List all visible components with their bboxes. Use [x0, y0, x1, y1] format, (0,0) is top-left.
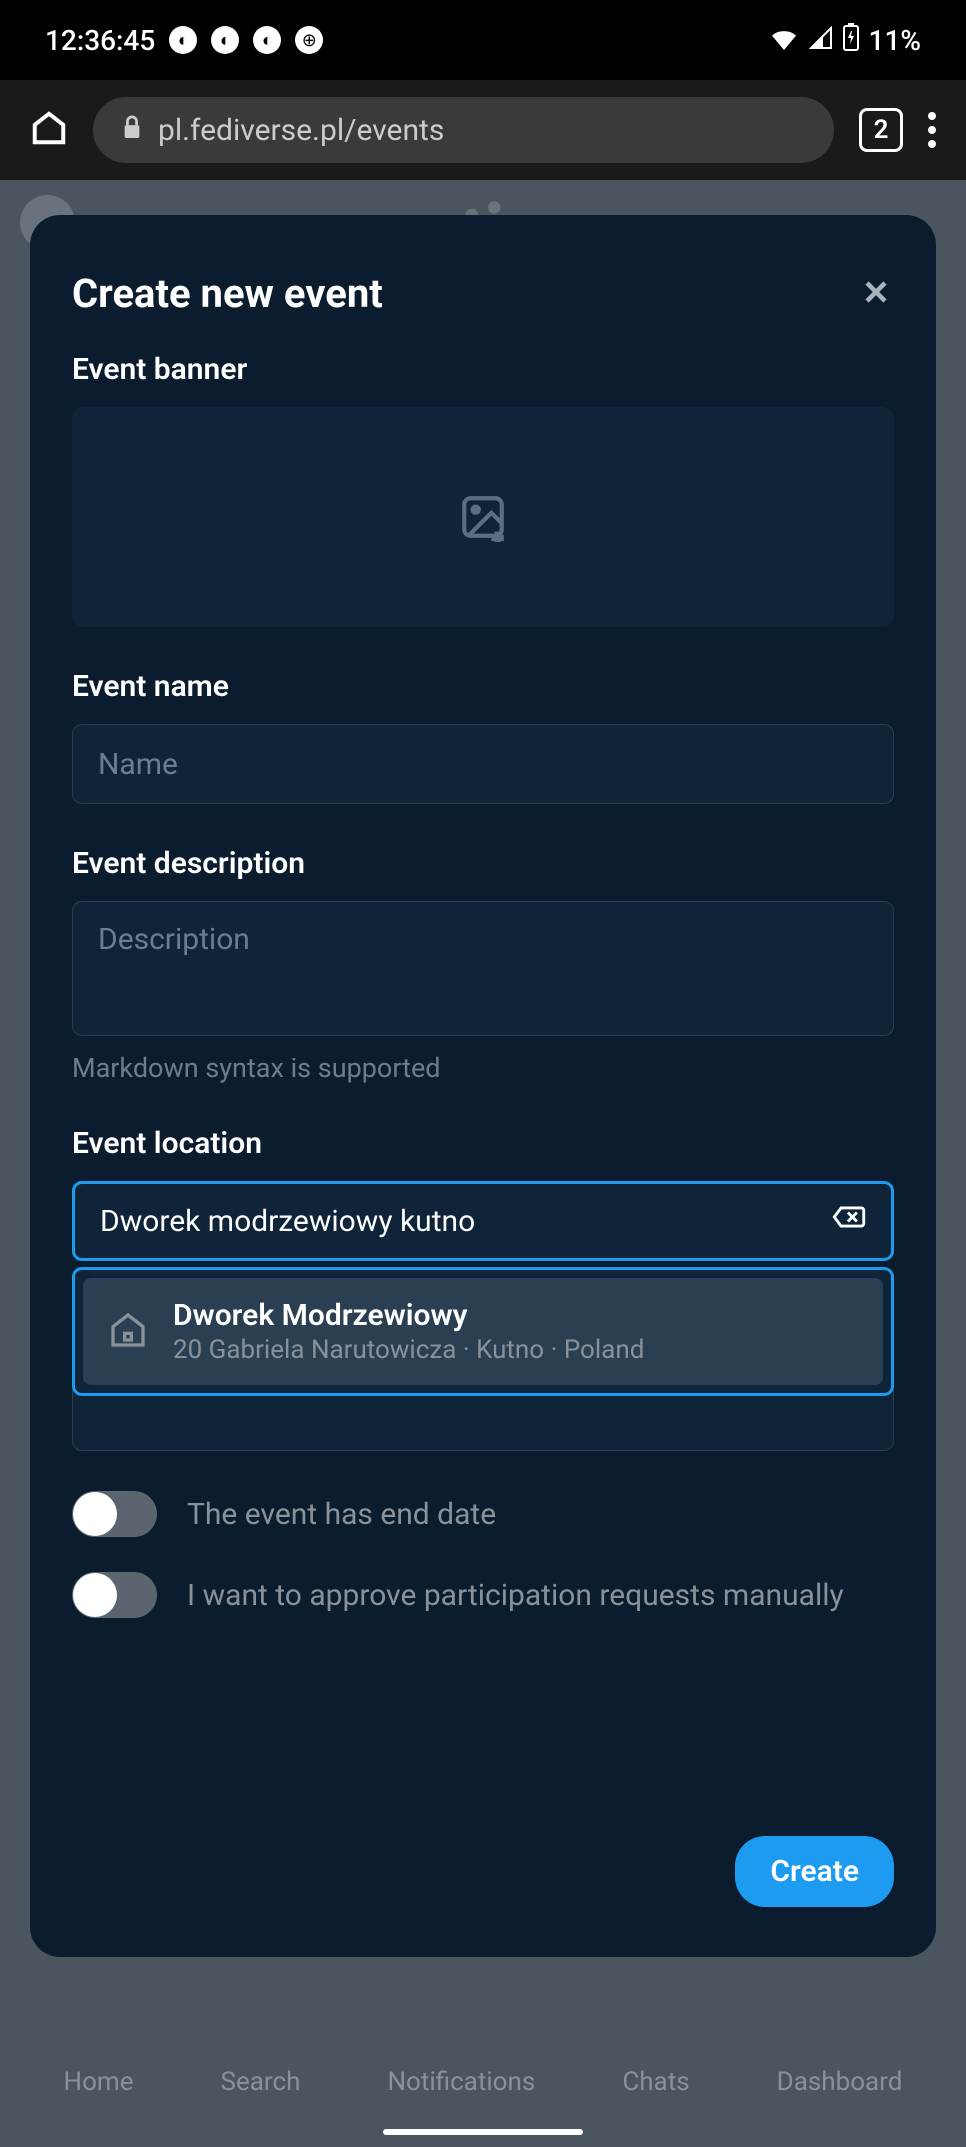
banner-label: Event banner — [72, 352, 894, 387]
create-event-modal: Create new event Event banner Event name… — [30, 215, 936, 1957]
battery-percent: 11% — [869, 24, 921, 57]
status-time: 12:36:45 — [45, 24, 155, 57]
approval-label: I want to approve participation requests… — [187, 1578, 844, 1613]
location-label: Event location — [72, 1126, 894, 1161]
description-input[interactable] — [72, 901, 894, 1036]
banner-upload[interactable] — [72, 407, 894, 627]
wifi-icon — [769, 24, 799, 57]
tab-count[interactable]: 2 — [859, 108, 903, 152]
home-indicator[interactable] — [383, 2129, 583, 2135]
suggestion-title: Dworek Modrzewiowy — [173, 1298, 858, 1333]
end-date-toggle[interactable] — [72, 1491, 157, 1537]
modal-title: Create new event — [72, 270, 383, 317]
url-text: pl.fediverse.pl/events — [158, 113, 444, 148]
end-date-label: The event has end date — [187, 1497, 496, 1532]
name-input[interactable] — [72, 724, 894, 804]
home-icon[interactable] — [30, 109, 68, 151]
clear-icon[interactable] — [832, 1203, 866, 1239]
create-button[interactable]: Create — [735, 1836, 894, 1907]
bottom-nav: Home Search Notifications Chats Dashboar… — [0, 2067, 966, 2097]
location-dropdown: Dworek Modrzewiowy 20 Gabriela Narutowic… — [72, 1267, 894, 1396]
name-label: Event name — [72, 669, 894, 704]
nav-dashboard[interactable]: Dashboard — [777, 2067, 903, 2097]
image-add-icon — [458, 492, 508, 542]
lock-icon — [121, 113, 143, 148]
nav-home[interactable]: Home — [64, 2067, 134, 2097]
status-bar: 12:36:45 ◐ ◐ ◐ ⊕ 11% — [0, 0, 966, 80]
chrome-icon: ◐ — [169, 26, 197, 54]
approval-toggle[interactable] — [72, 1572, 157, 1618]
location-suggestion[interactable]: Dworek Modrzewiowy 20 Gabriela Narutowic… — [83, 1278, 883, 1385]
url-bar[interactable]: pl.fediverse.pl/events — [93, 97, 834, 163]
house-icon — [108, 1310, 148, 1354]
location-input[interactable]: Dworek modrzewiowy kutno — [72, 1181, 894, 1261]
description-label: Event description — [72, 846, 894, 881]
description-helper: Markdown syntax is supported — [72, 1052, 894, 1084]
chrome-icon: ◐ — [211, 26, 239, 54]
app-icon: ⊕ — [295, 26, 323, 54]
chrome-icon: ◐ — [253, 26, 281, 54]
more-menu-icon[interactable] — [928, 112, 936, 148]
nav-notifications[interactable]: Notifications — [387, 2067, 535, 2097]
nav-search[interactable]: Search — [221, 2067, 301, 2097]
close-button[interactable] — [858, 274, 894, 314]
battery-icon — [843, 23, 859, 58]
location-value: Dworek modrzewiowy kutno — [100, 1204, 475, 1239]
browser-bar: pl.fediverse.pl/events 2 — [0, 80, 966, 180]
nav-chats[interactable]: Chats — [622, 2067, 689, 2097]
signal-icon — [809, 24, 833, 57]
suggestion-subtitle: 20 Gabriela Narutowicza · Kutno · Poland — [173, 1335, 858, 1365]
